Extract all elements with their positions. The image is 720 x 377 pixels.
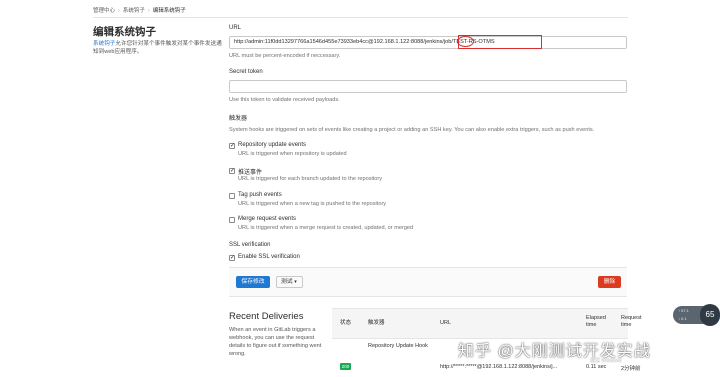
column-trigger: 触发器 xyxy=(368,320,385,326)
ssl-title: SSL verification xyxy=(229,242,271,248)
annotation-circle xyxy=(457,36,474,47)
secret-token-input[interactable] xyxy=(229,80,627,93)
ssl-verification-label: Enable SSL verification xyxy=(238,254,300,260)
secret-token-help: Use this token to validate received payl… xyxy=(229,97,340,103)
network-speed-widget[interactable]: ↑ 57.1 ↓ 0.1 65 xyxy=(673,304,720,326)
breadcrumb-separator: › xyxy=(118,8,120,14)
row-trigger: Repository Update Hook xyxy=(368,343,428,349)
download-speed: ↓ 0.1 xyxy=(678,316,687,321)
merge-request-checkbox[interactable] xyxy=(229,217,235,223)
breadcrumb-item-admin[interactable]: 管理中心 xyxy=(93,8,115,14)
column-request-time: Request time xyxy=(621,315,642,328)
test-button-label: 测试 xyxy=(281,279,293,285)
breadcrumb-item-current: 编辑系统钩子 xyxy=(152,8,186,14)
url-label: URL xyxy=(229,25,242,31)
column-elapsed-time: Elapsed time xyxy=(586,315,606,328)
test-dropdown-button[interactable]: 测试 ▾ xyxy=(276,276,303,288)
repository-update-help: URL is triggered when repository is upda… xyxy=(238,151,347,157)
merge-request-help: URL is triggered when a merge request is… xyxy=(238,225,414,231)
breadcrumb: 管理中心 › 系统钩子 › 编辑系统钩子 xyxy=(93,6,186,14)
url-help: URL must be percent-encoded if neccessar… xyxy=(229,53,341,59)
delete-button[interactable]: 删除 xyxy=(598,276,621,288)
tag-push-help: URL is triggered when a new tag is pushe… xyxy=(238,201,387,207)
windows-activation-watermark: 激活 Windows xyxy=(590,358,622,364)
save-changes-button[interactable]: 保存修改 xyxy=(236,276,270,288)
triggers-title: 触发器 xyxy=(229,116,248,122)
row-request-time: 2分钟前 xyxy=(621,366,641,372)
secret-token-label: Secret token xyxy=(229,69,263,75)
tag-push-label: Tag push events xyxy=(238,192,282,198)
column-url: URL xyxy=(440,320,452,326)
recent-deliveries-title: Recent Deliveries xyxy=(229,311,304,322)
triggers-description: System hooks are triggered on sets of ev… xyxy=(229,127,595,133)
row-url: http://*****:*****@192.168.1.122:8088/je… xyxy=(440,364,558,370)
breadcrumb-item-system-hooks[interactable]: 系统钩子 xyxy=(123,8,145,14)
merge-request-label: Merge request events xyxy=(238,216,297,222)
page-description: 系统钩子允许您针对某个事件触发对某个事件发送通知到web应用程序。 xyxy=(93,40,223,56)
upload-speed: ↑ 57.1 xyxy=(678,308,689,313)
push-events-help: URL is triggered for each branch updated… xyxy=(238,176,383,182)
repository-update-label: Repository update events xyxy=(238,142,307,148)
recent-deliveries-description: When an event in GitLab triggers a webho… xyxy=(229,327,322,357)
tag-push-checkbox[interactable] xyxy=(229,193,235,199)
ssl-verification-checkbox[interactable]: ✓ xyxy=(229,255,235,261)
page-title: 编辑系统钩子 xyxy=(93,26,156,38)
breadcrumb-separator: › xyxy=(147,8,150,14)
push-events-checkbox[interactable]: ✓ xyxy=(229,168,235,174)
url-input[interactable]: http://admin:11f0dd13297766a1546d455e739… xyxy=(229,36,627,49)
usage-gauge: 65 xyxy=(700,304,720,326)
chevron-down-icon: ▾ xyxy=(294,279,297,285)
row-elapsed-time: 0.11 sec xyxy=(586,364,607,370)
breadcrumb-divider xyxy=(93,17,628,18)
status-badge: 200 xyxy=(340,363,351,370)
system-hooks-help-link[interactable]: 系统钩子 xyxy=(93,41,115,47)
push-events-label: 推送事件 xyxy=(238,170,263,176)
repository-update-checkbox[interactable]: ✓ xyxy=(229,143,235,149)
column-status: 状态 xyxy=(340,320,352,326)
